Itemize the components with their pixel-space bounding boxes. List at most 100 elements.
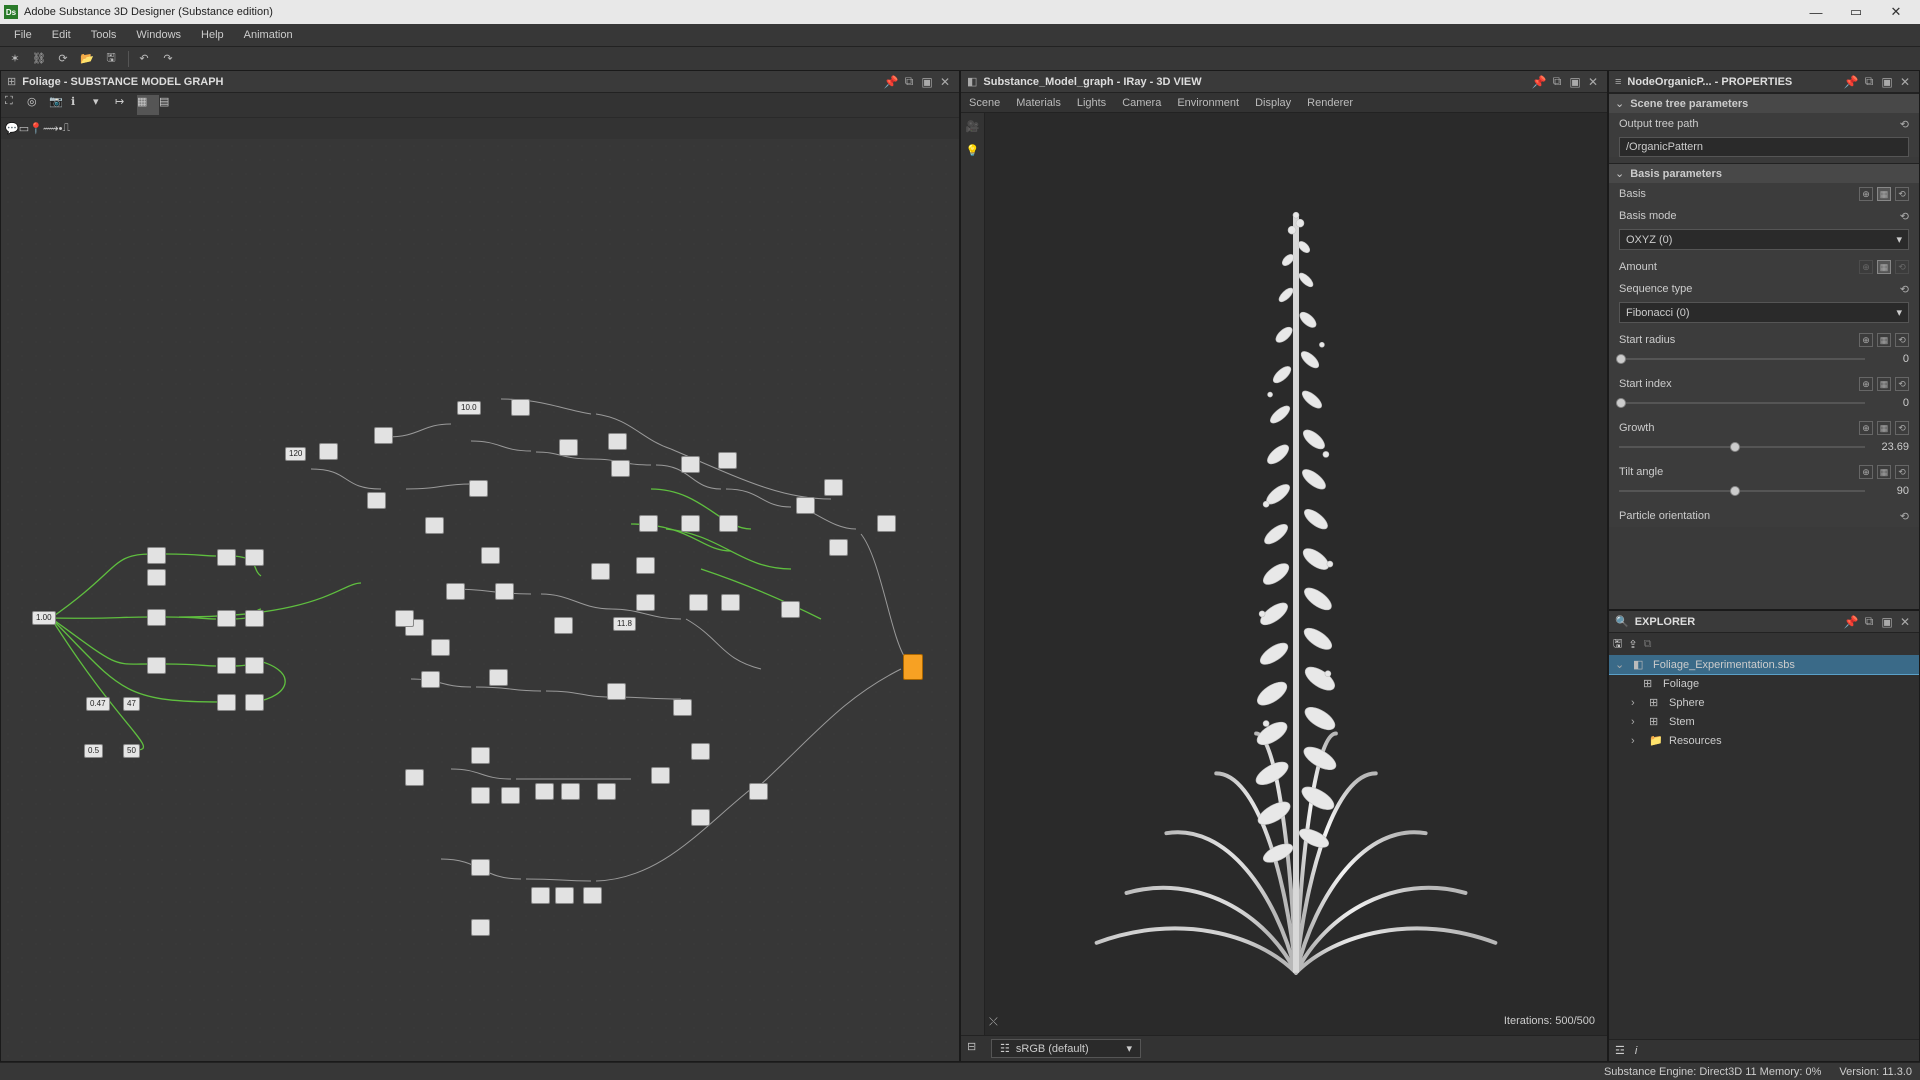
start-radius-value[interactable]: 0 — [1873, 353, 1909, 365]
publish-icon[interactable]: ⇪ — [1628, 638, 1637, 651]
reset-icon[interactable]: ⟲ — [1895, 465, 1909, 479]
start-index-value[interactable]: 0 — [1873, 397, 1909, 409]
save-icon[interactable]: 🖫 — [100, 49, 122, 69]
tab-lights[interactable]: Lights — [1077, 97, 1106, 109]
graph-node[interactable] — [691, 809, 710, 826]
graph-node[interactable] — [495, 583, 514, 600]
badge-icon[interactable]: ▾ — [93, 95, 115, 115]
explorer-item-foliage[interactable]: ⊞ Foliage — [1609, 674, 1919, 693]
graph-node[interactable] — [217, 694, 236, 711]
reset-icon[interactable]: ⟲ — [1900, 283, 1909, 296]
focus-icon[interactable]: ◎ — [27, 95, 49, 115]
maximize-button[interactable]: ▭ — [1836, 1, 1876, 23]
reset-icon[interactable]: ⟲ — [1895, 377, 1909, 391]
graph-node[interactable] — [721, 594, 740, 611]
graph-node[interactable] — [471, 859, 490, 876]
tab-display[interactable]: Display — [1255, 97, 1291, 109]
menu-windows[interactable]: Windows — [126, 27, 191, 43]
graph-node[interactable] — [511, 399, 530, 416]
open-icon[interactable]: 📂 — [76, 49, 98, 69]
pin-icon[interactable]: 📌 — [1531, 74, 1547, 90]
tab-environment[interactable]: Environment — [1177, 97, 1239, 109]
reset-icon[interactable]: ⟲ — [1895, 333, 1909, 347]
graph-node[interactable] — [217, 549, 236, 566]
graph-node[interactable] — [245, 610, 264, 627]
graph-node[interactable] — [718, 452, 737, 469]
reset-icon[interactable]: ⟲ — [1900, 210, 1909, 223]
menu-animation[interactable]: Animation — [234, 27, 303, 43]
graph-node[interactable] — [147, 569, 166, 586]
graph-node[interactable] — [395, 610, 414, 627]
node-value[interactable]: 10.0 — [457, 401, 481, 415]
expose-icon[interactable]: ⊕ — [1859, 421, 1873, 435]
start-radius-slider[interactable] — [1619, 358, 1865, 360]
graph-node[interactable] — [217, 657, 236, 674]
graph-node[interactable] — [421, 671, 440, 688]
graph-node[interactable] — [554, 617, 573, 634]
graph-node[interactable] — [636, 594, 655, 611]
graph-node[interactable] — [535, 783, 554, 800]
graph-node[interactable] — [824, 479, 843, 496]
panel-max-icon[interactable]: ▣ — [1879, 614, 1895, 630]
expose-icon[interactable]: ⊕ — [1859, 333, 1873, 347]
expose-icon[interactable]: ⊕ — [1859, 187, 1873, 201]
expose-icon[interactable]: ⊕ — [1859, 260, 1873, 274]
link-icon[interactable]: ▦ — [1877, 465, 1891, 479]
graph-node[interactable] — [636, 557, 655, 574]
panel-close-icon[interactable]: ✕ — [1585, 74, 1601, 90]
graph-node[interactable] — [681, 456, 700, 473]
graph-node[interactable] — [877, 515, 896, 532]
panel-max-icon[interactable]: ▣ — [919, 74, 935, 90]
menu-help[interactable]: Help — [191, 27, 234, 43]
graph-node[interactable] — [691, 743, 710, 760]
graph-node[interactable] — [469, 480, 488, 497]
node-value[interactable]: 47 — [123, 697, 140, 711]
graph-node[interactable] — [597, 783, 616, 800]
node-value[interactable]: 0.47 — [86, 697, 110, 711]
menu-tools[interactable]: Tools — [81, 27, 127, 43]
pin-node-icon[interactable]: 📍 — [29, 122, 43, 135]
tilt-value[interactable]: 90 — [1873, 485, 1909, 497]
grid-icon[interactable]: ▤ — [159, 95, 181, 115]
graph-node[interactable] — [559, 439, 578, 456]
new-icon[interactable]: ✶ — [4, 49, 26, 69]
comment-icon[interactable]: 💬 — [5, 122, 19, 135]
start-index-slider[interactable] — [1619, 402, 1865, 404]
expose-icon[interactable]: ⊕ — [1859, 377, 1873, 391]
graph-node[interactable] — [501, 787, 520, 804]
expose-icon[interactable]: ⊕ — [1859, 465, 1873, 479]
info-icon[interactable]: i — [1635, 1045, 1637, 1057]
graph-node[interactable] — [651, 767, 670, 784]
section-scene-tree[interactable]: ⌄ Scene tree parameters — [1609, 93, 1919, 113]
graph-node[interactable] — [796, 497, 815, 514]
reset-icon[interactable]: ⟲ — [1895, 421, 1909, 435]
graph-node[interactable] — [446, 583, 465, 600]
graph-output-node[interactable] — [903, 654, 923, 680]
node-value[interactable]: 11.8 — [613, 617, 636, 631]
snapshot-icon[interactable]: 📷 — [49, 95, 71, 115]
graph-node[interactable] — [681, 515, 700, 532]
graph-node[interactable] — [405, 769, 424, 786]
link-icon[interactable]: ⛓ — [28, 49, 50, 69]
close-button[interactable]: ✕ — [1876, 1, 1916, 23]
color-space-select[interactable]: ☷sRGB (default) ▾ — [991, 1039, 1141, 1058]
pin-icon[interactable]: 📌 — [1843, 74, 1859, 90]
frame-icon[interactable]: ▭ — [19, 122, 29, 135]
link-icon[interactable]: ▦ — [1877, 187, 1891, 201]
graph-node[interactable] — [471, 787, 490, 804]
basis-mode-select[interactable]: OXYZ (0) ▾ — [1619, 229, 1909, 250]
link-icon[interactable]: ⧉ — [1644, 638, 1652, 651]
panel-close-icon[interactable]: ✕ — [1897, 614, 1913, 630]
graph-node[interactable] — [639, 515, 658, 532]
graph-node[interactable] — [583, 887, 602, 904]
panel-pop-icon[interactable]: ⧉ — [1861, 74, 1877, 90]
panel-pop-icon[interactable]: ⧉ — [1549, 74, 1565, 90]
graph-node[interactable] — [431, 639, 450, 656]
link-icon[interactable]: ▦ — [1877, 377, 1891, 391]
fit-icon[interactable]: ⛶ — [5, 95, 27, 115]
tab-materials[interactable]: Materials — [1016, 97, 1061, 109]
graph-node[interactable] — [555, 887, 574, 904]
graph-node[interactable] — [471, 919, 490, 936]
section-basis[interactable]: ⌄ Basis parameters — [1609, 163, 1919, 183]
graph-node[interactable] — [245, 694, 264, 711]
